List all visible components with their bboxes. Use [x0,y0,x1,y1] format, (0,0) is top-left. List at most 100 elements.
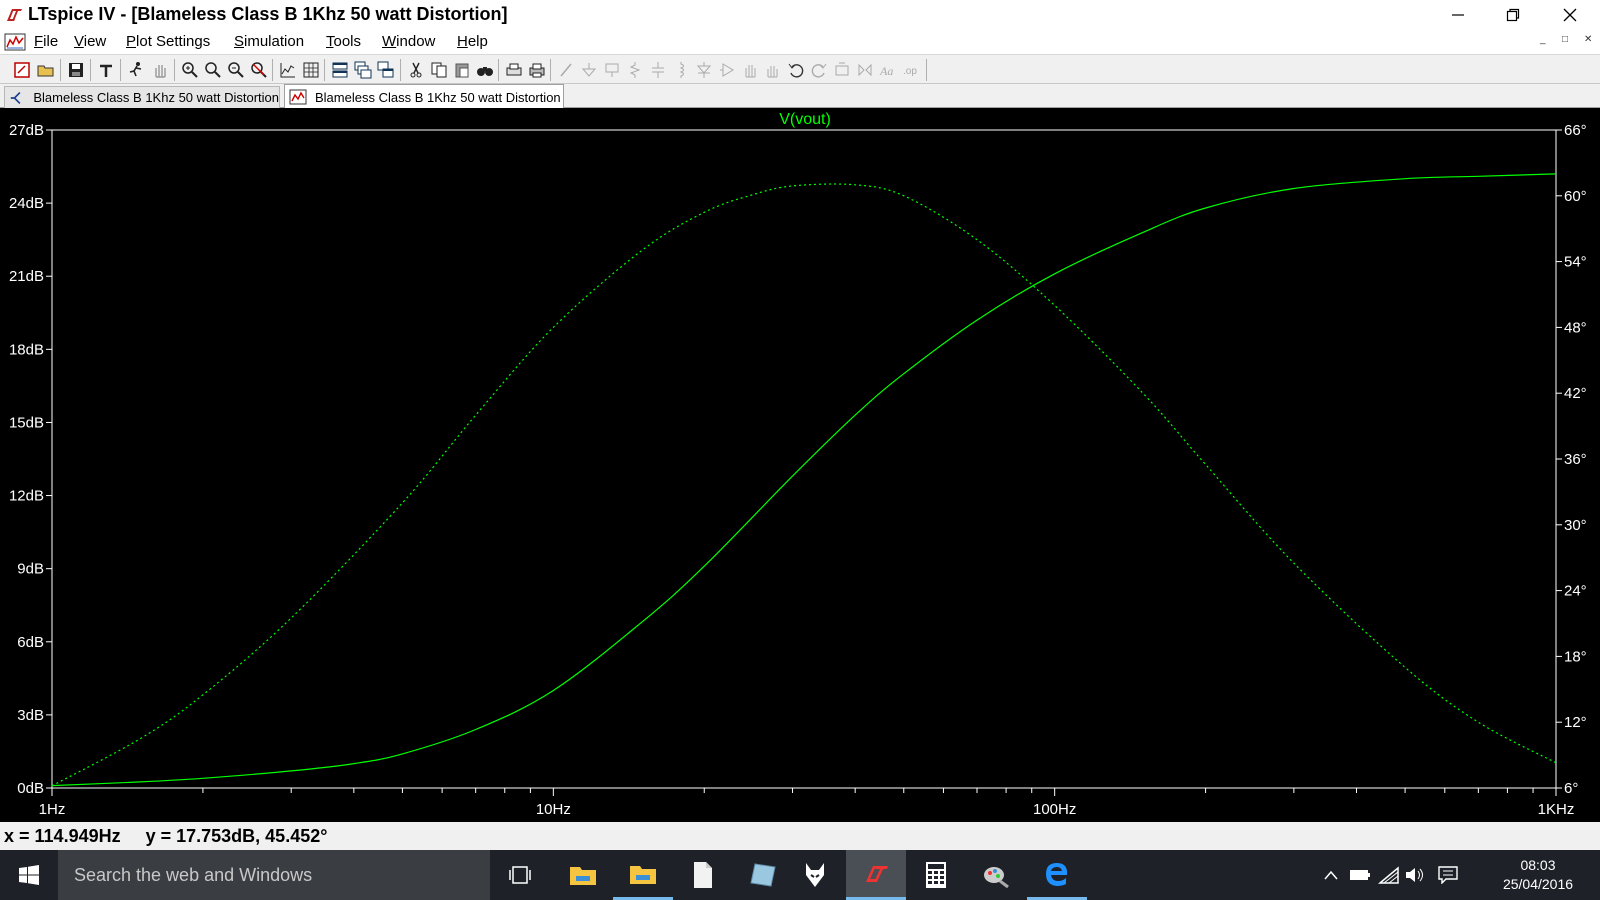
taskbar-ltspice[interactable] [846,850,906,900]
tile-horizontal-button[interactable] [330,60,350,80]
y-left-tick-label: 18dB [9,341,44,358]
title-bar[interactable]: LTspice IV - [Blameless Class B 1Khz 50 … [0,0,1600,30]
zoom-cancel-button[interactable] [249,60,269,80]
waveform-icon [289,89,307,105]
autorange-icon [280,63,295,78]
control-panel-button[interactable] [96,60,116,80]
control-panel-icon [100,64,112,77]
close-button[interactable] [1542,0,1598,30]
copy-button[interactable] [429,60,449,80]
menu-tools[interactable]: Tools [326,33,361,50]
zoom-fit-button[interactable] [226,60,246,80]
series-layer [51,173,1557,787]
bode-plot[interactable]: V(vout) 1Hz 10Hz 100Hz 1KHz 0dB 3dB 6dB 9dB 12d… [0,108,1600,822]
undo-button[interactable] [786,60,806,80]
menu-plot-settings[interactable]: Plot Settings [126,33,210,50]
zoom-out-button[interactable] [203,60,223,80]
toolbar-separator [324,59,325,81]
menu-file[interactable]: File [34,33,58,50]
tray-volume[interactable] [1404,865,1426,885]
minimize-button[interactable] [1430,0,1486,30]
component-button [717,60,737,80]
wifi-icon [1378,866,1399,884]
halt-icon [155,65,166,78]
save-button[interactable] [66,60,86,80]
find-button[interactable] [475,60,495,80]
mdi-restore-button[interactable]: □ [1562,34,1568,45]
menu-bar: File View Plot Settings Simulation Tools… [0,30,1600,54]
zoom-cancel-icon [251,62,267,78]
clock-date: 25/04/2016 [1502,876,1574,892]
autorange-button[interactable] [278,60,298,80]
toolbar-separator [272,59,273,81]
waveform-document-icon[interactable] [4,32,26,52]
taskbar-calculator[interactable] [906,850,966,900]
task-view-button[interactable] [490,850,550,900]
capacitor-button [648,60,668,80]
tile-vertical-button[interactable] [376,60,396,80]
resistor-button [625,60,645,80]
tab-waveform[interactable]: Blameless Class B 1Khz 50 watt Distortio… [284,84,564,109]
series-magnitude-line[interactable] [51,173,1557,787]
clock-time: 08:03 [1520,857,1556,873]
document-tab-bar: Blameless Class B 1Khz 50 watt Distortio… [0,84,1600,109]
menu-window[interactable]: Window [382,33,435,50]
tray-notifications[interactable] [1437,865,1459,885]
plot-frame [51,129,1557,789]
zoom-out-icon [205,62,221,78]
window-title: LTspice IV - [Blameless Class B 1Khz 50 … [28,4,508,24]
cascade-button[interactable] [353,60,373,80]
menu-help[interactable]: Help [457,33,488,50]
start-button[interactable] [0,850,58,900]
tab-schematic[interactable]: Blameless Class B 1Khz 50 watt Distortio… [4,86,280,108]
paste-button[interactable] [452,60,472,80]
tray-wifi[interactable] [1378,865,1400,885]
halt-button[interactable] [150,60,170,80]
restore-button[interactable] [1485,0,1541,30]
calculator-icon [926,862,946,888]
y-left-tick-label: 15dB [9,414,44,431]
cursor-readout: x = 114.949Hz y = 17.753dB, 45.452° [4,826,328,846]
y-axis-magnitude: 0dB 3dB 6dB 9dB 12dB 15dB 18dB 21dB 24dB 27dB [9,122,52,797]
clock[interactable]: 08:03 25/04/2016 [1498,856,1578,894]
taskbar-document[interactable] [673,850,733,900]
open-button[interactable] [36,60,56,80]
taskbar-edge[interactable] [1027,850,1087,900]
diode-icon [696,62,712,78]
menu-simulation[interactable]: Simulation [234,33,304,50]
taskbar-app[interactable] [733,850,793,900]
zoom-in-button[interactable] [180,60,200,80]
x-tick-label: 1Hz [39,801,66,818]
chevron-up-icon [1324,870,1338,880]
trace-title[interactable]: V(vout) [779,111,831,128]
new-schematic-button[interactable] [12,60,32,80]
series-phase-line[interactable] [51,183,1557,787]
print-preview-button[interactable] [504,60,524,80]
cut-button[interactable] [406,60,426,80]
wire-button [556,60,576,80]
taskbar-paint[interactable] [966,850,1026,900]
taskbar-file-explorer[interactable] [553,850,613,900]
undo-icon [788,63,804,78]
toolbar-separator [60,59,61,81]
taskbar-firefox[interactable] [785,850,845,900]
taskbar-folder[interactable] [613,850,673,900]
spice-directive-icon: .op [903,66,917,77]
print-button[interactable] [527,60,547,80]
tray-battery[interactable] [1349,865,1371,885]
zoom-in-icon [182,62,198,78]
tab-label: Blameless Class B 1Khz 50 watt Distortio… [315,89,561,105]
toolbar-separator [926,59,927,81]
rotate-icon [835,62,849,76]
grid-button[interactable] [301,60,321,80]
run-button[interactable] [126,60,146,80]
mdi-minimize-button[interactable]: _ [1540,34,1546,45]
mdi-close-button[interactable]: ✕ [1584,34,1592,45]
menu-view[interactable]: View [74,33,106,50]
open-icon [37,65,54,77]
waveform-plot-pane[interactable]: V(vout) 1Hz 10Hz 100Hz 1KHz 0dB 3dB 6dB 9dB 12d… [0,108,1600,822]
y-right-tick-label: 66° [1564,122,1587,139]
search-box[interactable]: Search the web and Windows [58,850,490,900]
capacitor-icon [652,62,664,78]
tray-overflow-button[interactable] [1320,865,1342,885]
